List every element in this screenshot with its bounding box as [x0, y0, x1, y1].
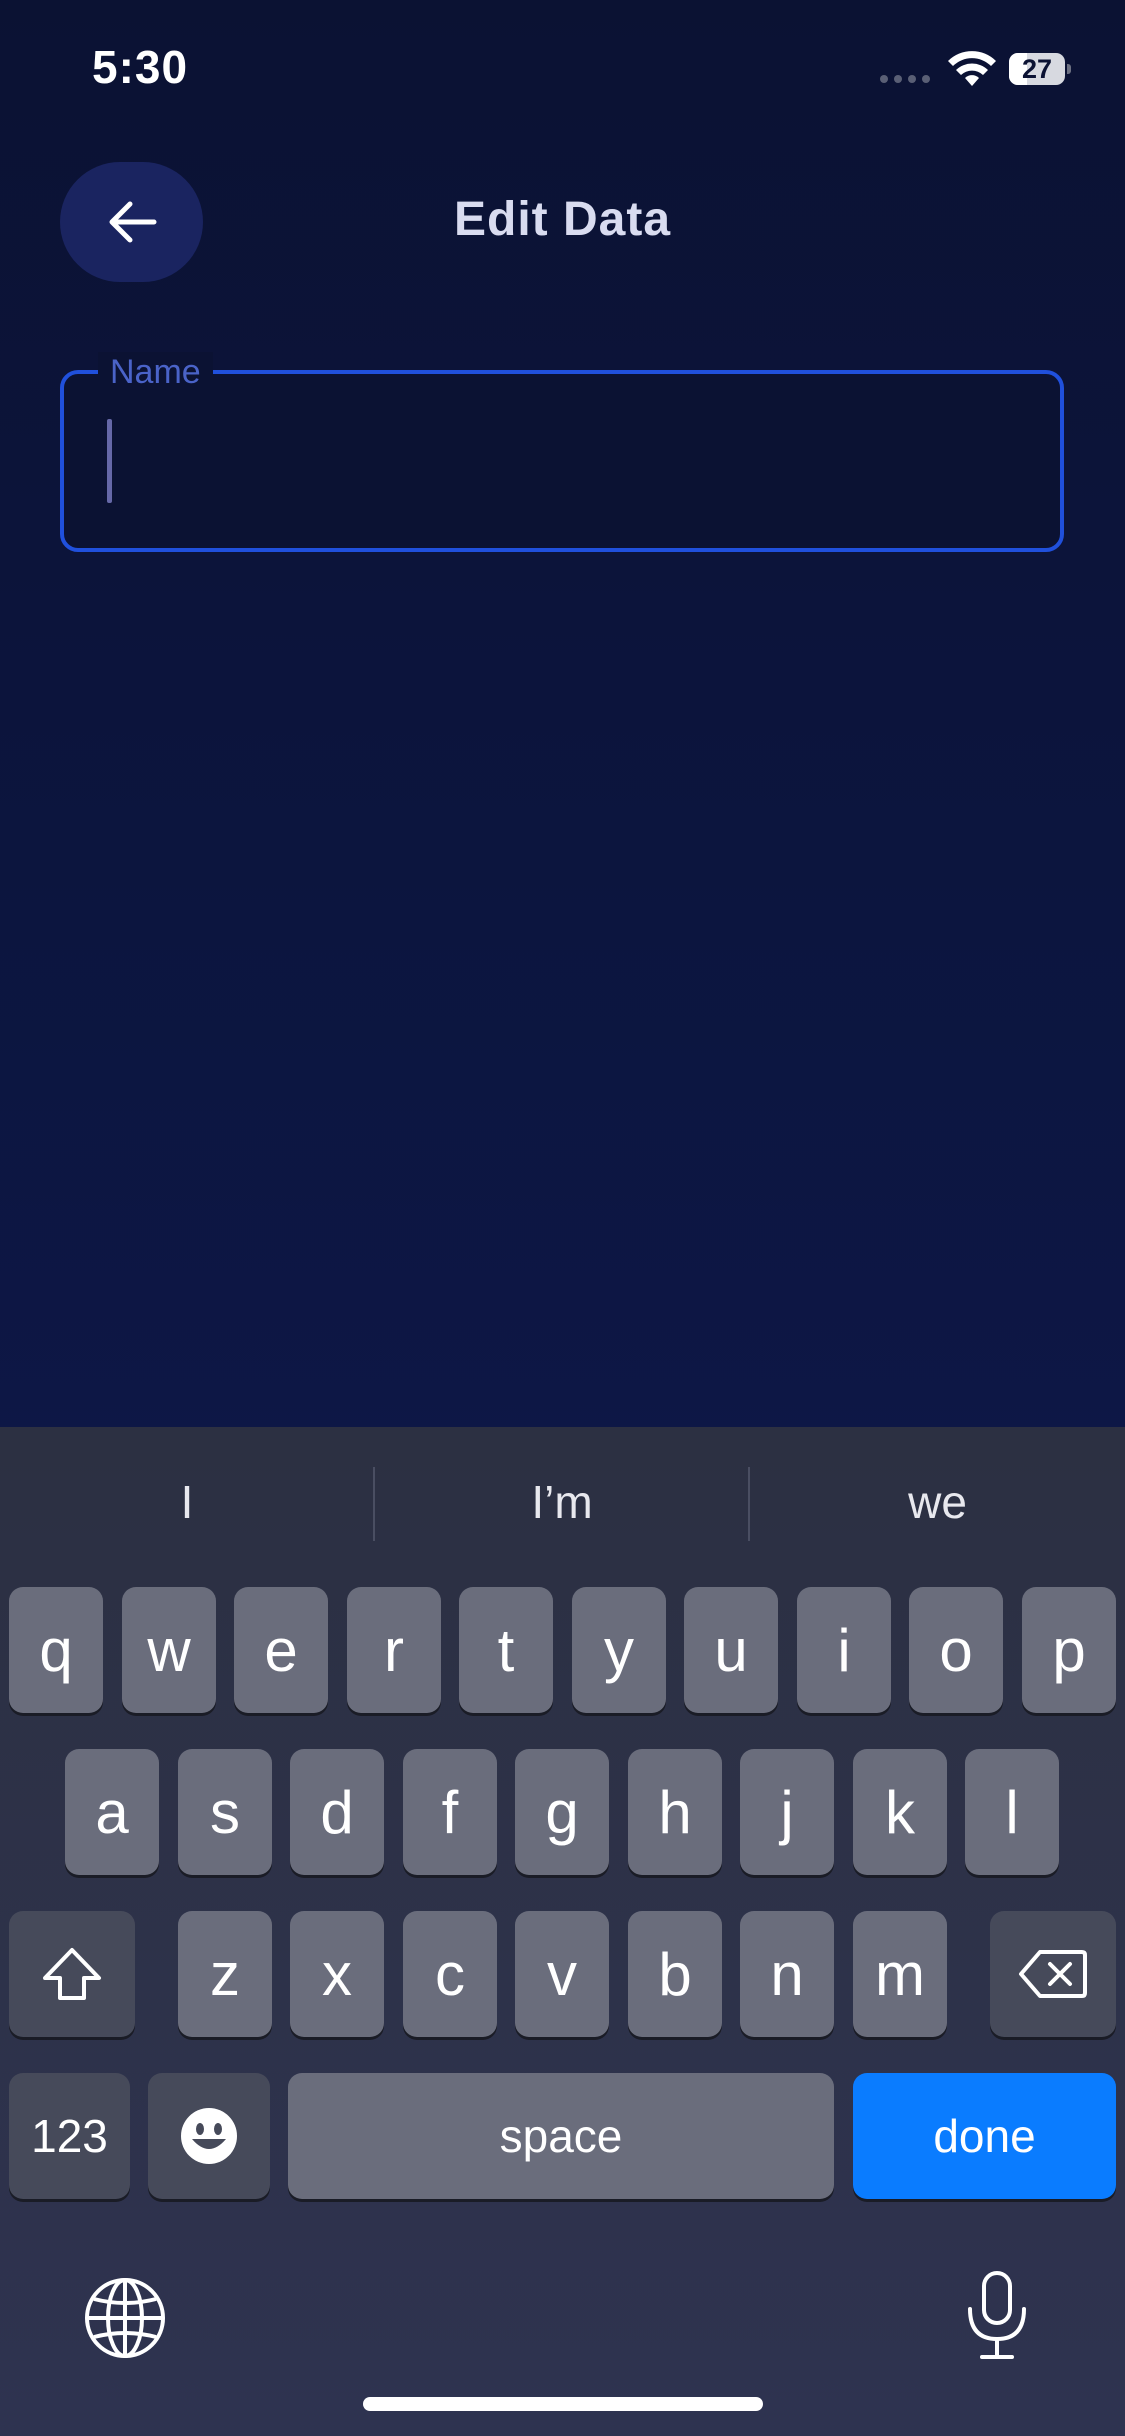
key-x[interactable]: x	[290, 1911, 384, 2037]
key-k[interactable]: k	[853, 1749, 947, 1875]
microphone-icon[interactable]	[962, 2269, 1032, 2363]
key-label: t	[497, 1616, 515, 1684]
key-label: space	[499, 2110, 623, 2162]
key-c[interactable]: c	[403, 1911, 497, 2037]
delete-key[interactable]	[990, 1911, 1116, 2037]
key-label: i	[837, 1616, 851, 1684]
key-v[interactable]: v	[515, 1911, 609, 2037]
status-bar: 5:30 27	[0, 0, 1125, 140]
done-key[interactable]: done	[853, 2073, 1116, 2199]
key-r[interactable]: r	[347, 1587, 441, 1713]
key-label: p	[1052, 1616, 1086, 1684]
key-b[interactable]: b	[628, 1911, 722, 2037]
key-label: 123	[31, 2110, 108, 2162]
shift-icon	[43, 1948, 101, 2000]
key-label: done	[933, 2110, 1036, 2162]
key-p[interactable]: p	[1022, 1587, 1116, 1713]
key-a[interactable]: a	[65, 1749, 159, 1875]
page-title: Edit Data	[453, 193, 672, 246]
key-label: x	[322, 1940, 352, 2008]
wifi-icon	[948, 51, 996, 86]
battery-icon: 27	[1009, 53, 1071, 85]
home-indicator[interactable]	[363, 2397, 763, 2411]
cellular-signal-icon	[880, 75, 930, 83]
status-time: 5:30	[92, 41, 189, 93]
key-h[interactable]: h	[628, 1749, 722, 1875]
name-input[interactable]	[100, 400, 1044, 522]
key-label: k	[885, 1778, 915, 1846]
key-label: n	[770, 1940, 804, 2008]
key-i[interactable]: i	[797, 1587, 891, 1713]
key-label: z	[210, 1940, 240, 2008]
name-field-label: Name	[98, 352, 213, 392]
keyboard: I I’m we q w e r t y u i o p a s d f g h…	[0, 1427, 1125, 2436]
key-label: j	[780, 1778, 794, 1846]
text-caret	[107, 419, 112, 503]
key-l[interactable]: l	[965, 1749, 1059, 1875]
key-label: v	[547, 1940, 577, 2008]
key-m[interactable]: m	[853, 1911, 947, 2037]
key-label: s	[210, 1778, 240, 1846]
key-label: r	[384, 1616, 404, 1684]
key-label: o	[939, 1616, 973, 1684]
suggestion-1[interactable]: I	[0, 1457, 374, 1547]
key-label: y	[604, 1616, 634, 1684]
key-e[interactable]: e	[234, 1587, 328, 1713]
key-z[interactable]: z	[178, 1911, 272, 2037]
key-label: m	[875, 1940, 925, 2008]
emoji-icon	[181, 2108, 237, 2164]
key-f[interactable]: f	[403, 1749, 497, 1875]
suggestion-bar: I I’m we	[0, 1427, 1125, 1577]
key-d[interactable]: d	[290, 1749, 384, 1875]
key-u[interactable]: u	[684, 1587, 778, 1713]
key-label: d	[320, 1778, 354, 1846]
key-label: l	[1005, 1778, 1019, 1846]
key-label: a	[95, 1778, 129, 1846]
key-label: e	[264, 1616, 298, 1684]
key-label: b	[658, 1940, 692, 2008]
globe-icon[interactable]	[82, 2275, 168, 2361]
battery-percent: 27	[1021, 54, 1053, 84]
suggestion-3[interactable]: we	[750, 1457, 1125, 1547]
key-j[interactable]: j	[740, 1749, 834, 1875]
key-w[interactable]: w	[122, 1587, 216, 1713]
key-label: w	[147, 1616, 191, 1684]
key-q[interactable]: q	[9, 1587, 103, 1713]
key-s[interactable]: s	[178, 1749, 272, 1875]
key-n[interactable]: n	[740, 1911, 834, 2037]
key-label: f	[441, 1778, 459, 1846]
space-key[interactable]: space	[288, 2073, 834, 2199]
key-t[interactable]: t	[459, 1587, 553, 1713]
shift-key[interactable]	[9, 1911, 135, 2037]
key-label: g	[545, 1778, 579, 1846]
key-label: h	[658, 1778, 692, 1846]
backspace-icon	[1019, 1950, 1087, 1998]
numbers-key[interactable]: 123	[9, 2073, 130, 2199]
key-label: c	[435, 1940, 465, 2008]
key-y[interactable]: y	[572, 1587, 666, 1713]
key-g[interactable]: g	[515, 1749, 609, 1875]
key-label: u	[714, 1616, 748, 1684]
key-label: q	[39, 1616, 73, 1684]
key-o[interactable]: o	[909, 1587, 1003, 1713]
emoji-key[interactable]	[148, 2073, 270, 2199]
suggestion-2[interactable]: I’m	[375, 1457, 749, 1547]
